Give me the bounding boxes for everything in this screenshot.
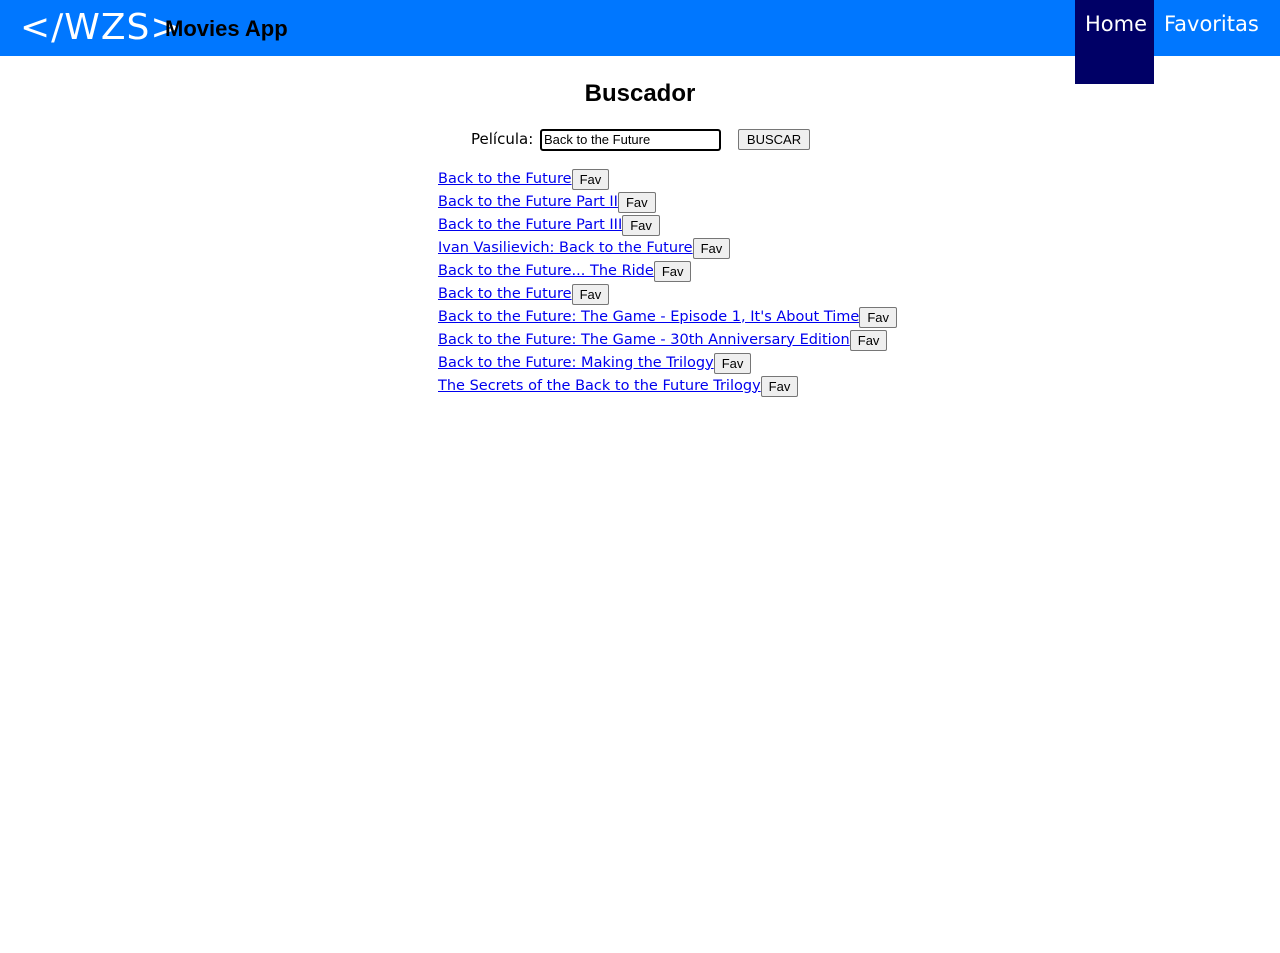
result-link[interactable]: Back to the Future Part II (438, 192, 618, 212)
fav-button[interactable]: Fav (571, 169, 610, 190)
search-button[interactable]: BUSCAR (738, 129, 810, 150)
list-item: Back to the Future Fav (438, 282, 897, 305)
result-link[interactable]: Back to the Future: The Game - Episode 1… (438, 307, 859, 327)
result-link[interactable]: Ivan Vasilievich: Back to the Future (438, 238, 693, 258)
list-item: Back to the Future: Making the Trilogy F… (438, 351, 897, 374)
result-link[interactable]: Back to the Future (438, 284, 572, 304)
search-input[interactable] (540, 129, 721, 151)
fav-button[interactable]: Fav (571, 284, 610, 305)
list-item: Back to the Future: The Game - Episode 1… (438, 305, 897, 328)
top-navbar: </WZS> Movies App Home Favoritas (0, 0, 1280, 84)
results-list: Back to the Future Fav Back to the Futur… (438, 167, 897, 397)
nav-home-link[interactable]: Home (1075, 0, 1154, 84)
result-link[interactable]: The Secrets of the Back to the Future Tr… (438, 376, 761, 396)
list-item: Back to the Future: The Game - 30th Anni… (438, 328, 897, 351)
fav-button[interactable]: Fav (622, 215, 660, 236)
fav-button[interactable]: Fav (713, 353, 752, 374)
result-link[interactable]: Back to the Future (438, 169, 572, 189)
fav-button[interactable]: Fav (653, 261, 692, 282)
fav-button[interactable]: Fav (849, 330, 888, 351)
result-link[interactable]: Back to the Future... The Ride (438, 261, 654, 281)
app-title: Movies App (165, 16, 288, 41)
list-item: The Secrets of the Back to the Future Tr… (438, 374, 897, 397)
search-label: Película: (471, 130, 534, 148)
result-link[interactable]: Back to the Future: The Game - 30th Anni… (438, 330, 850, 350)
nav-home-label: Home (1085, 12, 1148, 36)
list-item: Back to the Future... The Ride Fav (438, 259, 897, 282)
wzs-logo: </WZS> (20, 7, 182, 48)
fav-button[interactable]: Fav (692, 238, 731, 259)
page-title: Buscador (584, 80, 696, 107)
list-item: Ivan Vasilievich: Back to the Future Fav (438, 236, 897, 259)
nav-favorites-label: Favoritas (1164, 12, 1259, 36)
result-link[interactable]: Back to the Future: Making the Trilogy (438, 353, 714, 373)
fav-button[interactable]: Fav (859, 307, 897, 328)
list-item: Back to the Future Part III Fav (438, 213, 897, 236)
fav-button[interactable]: Fav (617, 192, 656, 213)
result-link[interactable]: Back to the Future Part III (438, 215, 622, 235)
nav-favorites-link[interactable]: Favoritas (1154, 0, 1264, 56)
list-item: Back to the Future Fav (438, 167, 897, 190)
fav-button[interactable]: Fav (760, 376, 799, 397)
list-item: Back to the Future Part II Fav (438, 190, 897, 213)
